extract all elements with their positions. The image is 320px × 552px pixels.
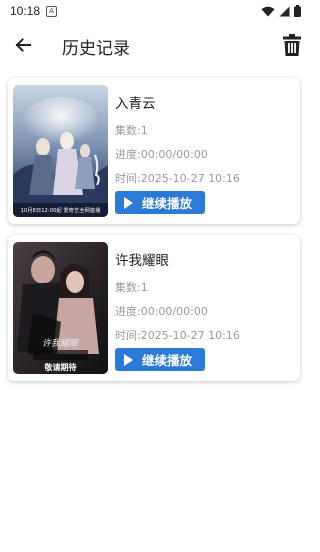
signal-icon: [279, 6, 290, 16]
poster-caption: 敬请期待: [44, 362, 77, 372]
history-card[interactable]: 10月8日12:00起 爱奇艺全网首播 入青云 集数:1 进度:00:00/00…: [8, 78, 300, 224]
progress-label: 进度:00:00/00:00: [115, 305, 208, 318]
resume-button-label: 继续播放: [142, 353, 193, 368]
app-bar: 历史记录: [0, 22, 311, 68]
page-title: 历史记录: [62, 39, 130, 59]
clear-history-button[interactable]: [281, 33, 303, 57]
episode-label: 集数:1: [115, 124, 148, 137]
history-title: 许我耀眼: [115, 253, 169, 269]
battery-icon: [294, 5, 301, 17]
status-time: 10:18: [10, 4, 41, 18]
episode-label: 集数:1: [115, 281, 148, 294]
arrow-left-icon: [15, 38, 31, 52]
poster-image: 许我耀眼 敬请期待: [13, 242, 108, 374]
poster-image: 10月8日12:00起 爱奇艺全网首播: [13, 85, 108, 217]
notification-icon: A: [46, 5, 58, 17]
play-icon: [124, 353, 133, 366]
status-bar: 10:18 A: [0, 0, 311, 22]
poster-caption: 10月8日12:00起 爱奇艺全网首播: [20, 206, 101, 214]
poster-title: 许我耀眼: [42, 338, 79, 349]
wifi-icon: [261, 6, 275, 16]
history-title: 入青云: [115, 96, 156, 112]
time-label: 时间:2025-10-27 10:16: [115, 172, 240, 185]
play-icon: [124, 196, 133, 209]
time-label: 时间:2025-10-27 10:16: [115, 329, 240, 342]
back-button[interactable]: [11, 33, 35, 57]
trash-icon: [283, 34, 301, 56]
history-card[interactable]: 许我耀眼 敬请期待 许我耀眼 集数:1 进度:00:00/00:00 时间:20…: [8, 235, 300, 381]
resume-button-label: 继续播放: [142, 196, 193, 211]
history-list: 10月8日12:00起 爱奇艺全网首播 入青云 集数:1 进度:00:00/00…: [8, 78, 302, 392]
resume-button[interactable]: 继续播放: [115, 348, 205, 371]
resume-button[interactable]: 继续播放: [115, 191, 205, 214]
progress-label: 进度:00:00/00:00: [115, 148, 208, 161]
